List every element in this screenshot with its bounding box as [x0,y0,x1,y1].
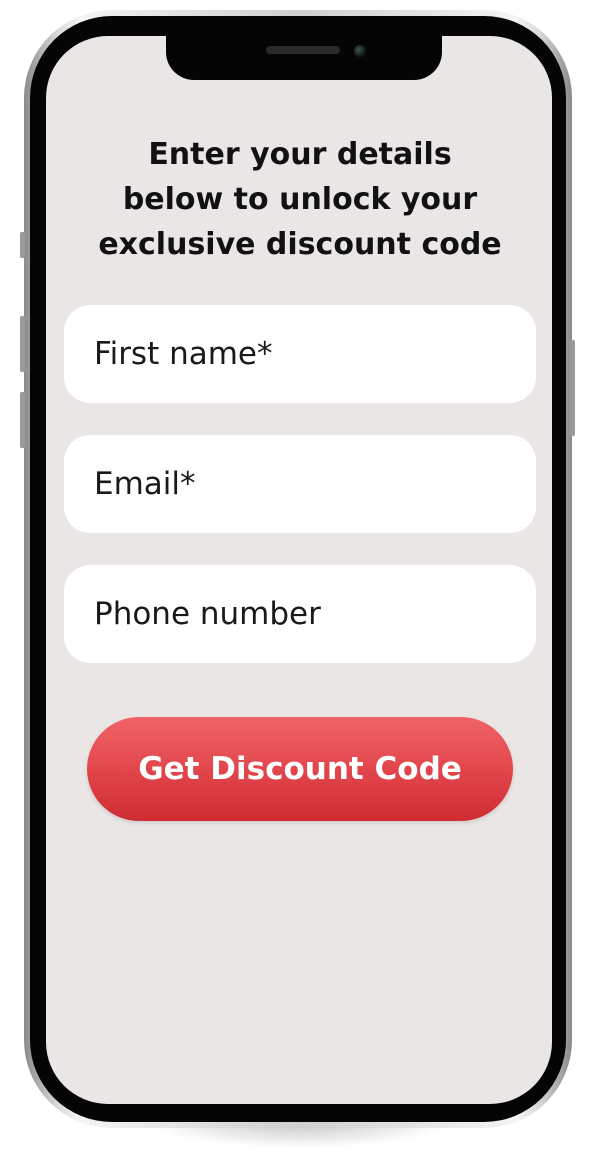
front-camera [354,45,366,57]
headline-line-1: Enter your details [148,137,452,172]
phone-number-field[interactable]: Phone number [64,565,536,663]
first-name-field[interactable]: First name* [64,305,536,403]
headline-line-3: exclusive discount code [98,227,502,262]
volume-up-button [20,316,25,372]
device-mockup: Enter your details below to unlock your … [0,0,594,1167]
form-headline: Enter your details below to unlock your … [60,132,540,267]
mute-switch [20,232,25,258]
earpiece-speaker [266,46,340,54]
headline-line-2: below to unlock your [122,182,478,217]
volume-down-button [20,392,25,448]
get-discount-code-label: Get Discount Code [138,751,462,787]
email-placeholder: Email* [94,466,196,502]
phone-number-placeholder: Phone number [94,596,321,632]
first-name-placeholder: First name* [94,336,273,372]
get-discount-code-button[interactable]: Get Discount Code [87,717,513,821]
email-field[interactable]: Email* [64,435,536,533]
phone-notch [166,30,442,80]
power-button [570,340,575,436]
